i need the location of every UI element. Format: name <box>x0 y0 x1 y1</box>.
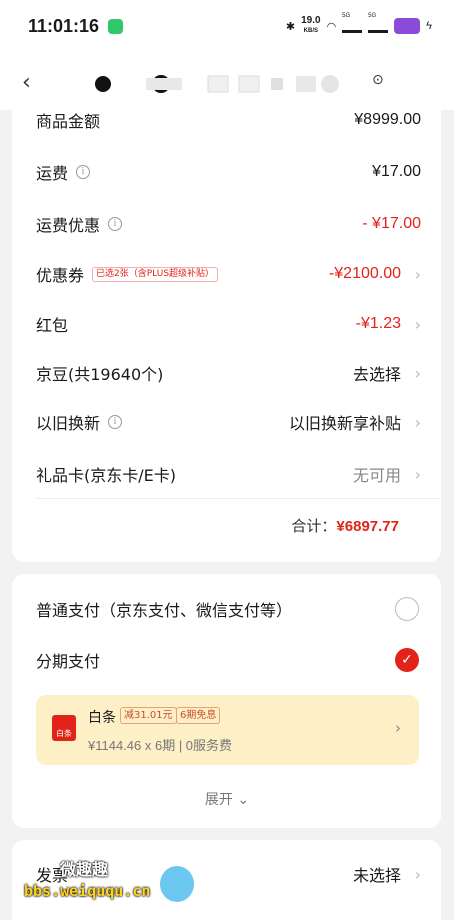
status-icons: ✱ 19.0 KB/S ◠ 5G 5G ϟ <box>285 13 432 36</box>
order-summary-card: 商品金额 ¥8999.00 运费 i ¥17.00 运费优惠 i - ¥17.0… <box>12 108 441 562</box>
baitiao-interest-free-tag: 6期免息 <box>176 707 221 724</box>
bluetooth-icon: ✱ <box>285 20 296 33</box>
row-gift-card[interactable]: 礼品卡(京东卡/E卡) 无可用 › <box>36 454 421 494</box>
normal-pay-option[interactable]: 普通支付（京东支付、微信支付等） <box>36 589 421 629</box>
shipping-discount-label: 运费优惠 <box>36 216 101 235</box>
signal-icon-1: 5G <box>342 13 363 33</box>
network-speed: 19.0 KB/S <box>301 16 320 36</box>
jingdou-label: 京豆(共19640个) <box>36 365 164 384</box>
jingdou-value: 去选择 <box>352 367 401 384</box>
watermark-title: 微趣趣 <box>60 860 109 879</box>
baitiao-discount-tag: 减31.01元 <box>120 707 177 724</box>
coupon-tag: 已选2张（含PLUS超级补贴） <box>92 266 219 282</box>
chevron-right-icon: › <box>414 264 421 284</box>
trade-in-label: 以旧换新 <box>36 414 101 433</box>
redacted-address <box>46 75 346 93</box>
trade-in-info-icon[interactable]: i <box>108 415 123 429</box>
row-coupon[interactable]: 优惠券 已选2张（含PLUS超级补贴） -¥2100.00 › <box>36 254 421 294</box>
charging-icon: ϟ <box>426 20 432 32</box>
chevron-right-icon: › <box>414 464 421 484</box>
shipping-discount-info-icon[interactable]: i <box>108 217 123 231</box>
normal-pay-radio[interactable] <box>395 597 419 621</box>
row-jingdou[interactable]: 京豆(共19640个) 去选择 › <box>36 353 421 393</box>
chevron-right-icon: › <box>414 412 421 432</box>
watermark-mascot-icon <box>160 866 194 902</box>
baitiao-option[interactable]: 白条 白条 减31.01元 6期免息 ¥1144.46 x 6期 | 0服务费 … <box>36 695 419 765</box>
shipping-discount-value: - ¥17.00 <box>362 215 421 232</box>
signal-2-label: 5G <box>368 13 377 19</box>
location-pin-icon: ⊙ <box>372 72 384 88</box>
baitiao-installment-detail: ¥1144.46 x 6期 | 0服务费 <box>88 738 233 753</box>
divider <box>36 498 441 499</box>
row-goods-amount: 商品金额 ¥8999.00 <box>36 100 421 140</box>
goods-amount-label: 商品金额 <box>36 112 101 131</box>
chevron-right-icon: › <box>414 314 421 334</box>
expand-button[interactable]: 展开 ⌄ <box>0 789 454 809</box>
signal-icon-2: 5G <box>368 13 389 33</box>
chevron-right-icon: › <box>414 864 421 884</box>
total-value: ¥6897.77 <box>336 518 399 535</box>
installment-pay-label: 分期支付 <box>36 652 101 671</box>
signal-1-label: 5G <box>342 13 351 19</box>
installment-pay-option[interactable]: 分期支付 <box>36 640 421 680</box>
total-label: 合计： <box>291 517 337 535</box>
row-red-packet[interactable]: 红包 -¥1.23 › <box>36 304 421 344</box>
coupon-value: -¥2100.00 <box>328 265 401 282</box>
baitiao-title: 白条 <box>88 710 116 726</box>
back-icon[interactable]: ‹ <box>22 70 31 95</box>
row-shipping-discount: 运费优惠 i - ¥17.00 <box>36 204 421 244</box>
shipping-label: 运费 <box>36 164 69 183</box>
red-packet-label: 红包 <box>36 316 69 335</box>
expand-label: 展开 <box>204 792 233 808</box>
gift-card-label: 礼品卡(京东卡/E卡) <box>36 466 176 485</box>
shipping-value: ¥17.00 <box>372 163 421 180</box>
goods-amount-value: ¥8999.00 <box>354 111 421 128</box>
gift-card-value: 无可用 <box>352 468 401 485</box>
invoice-value: 未选择 <box>352 868 401 885</box>
shipping-info-icon[interactable]: i <box>76 165 91 179</box>
chevron-right-icon: › <box>414 363 421 383</box>
baitiao-logo-icon: 白条 <box>52 715 76 741</box>
coupon-label: 优惠券 <box>36 266 85 285</box>
trade-in-value: 以旧换新享补贴 <box>288 416 401 433</box>
watermark-url: bbs.weiququ.cn <box>24 882 151 900</box>
chevron-down-icon: ⌄ <box>237 792 250 808</box>
battery-icon <box>394 18 421 34</box>
normal-pay-label: 普通支付（京东支付、微信支付等） <box>36 601 293 620</box>
order-total: 合计：¥6897.77 <box>291 515 399 536</box>
row-trade-in[interactable]: 以旧换新 i 以旧换新享补贴 › <box>36 402 421 442</box>
row-shipping: 运费 i ¥17.00 <box>36 152 421 192</box>
wifi-icon: ◠ <box>326 20 337 33</box>
wechat-notification-icon <box>108 19 123 34</box>
chevron-right-icon: › <box>395 719 401 737</box>
network-speed-value: 19.0 <box>301 15 321 26</box>
status-time: 11:01:16 <box>28 16 100 36</box>
watermark: 微趣趣 bbs.weiququ.cn <box>24 856 204 912</box>
network-speed-unit: KB/S <box>303 28 318 34</box>
red-packet-value: -¥1.23 <box>355 315 401 332</box>
installment-pay-radio-checked[interactable]: ✓ <box>395 648 419 672</box>
status-bar: 11:01:16 ✱ 19.0 KB/S ◠ 5G 5G ϟ <box>0 0 454 56</box>
